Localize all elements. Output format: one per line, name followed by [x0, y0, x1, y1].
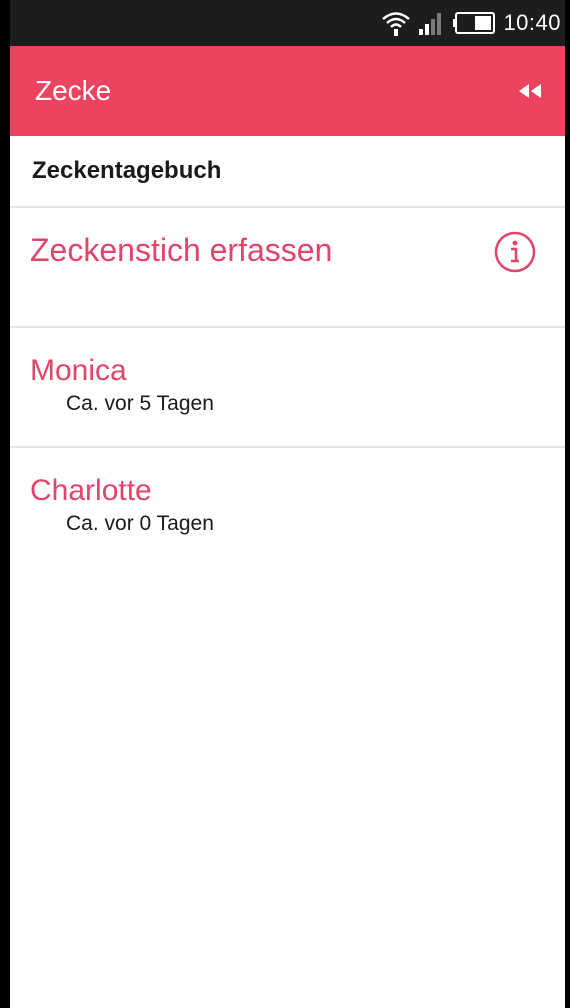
app-title: Zecke [35, 75, 112, 106]
entry-subtitle: Ca. vor 5 Tagen [66, 392, 214, 415]
add-tick-bite-row[interactable]: Zeckenstich erfassen [10, 208, 565, 328]
collapse-icon[interactable] [517, 82, 543, 100]
status-bar: 10:40 [10, 0, 565, 46]
status-time: 10:40 [503, 10, 561, 35]
entry-name: Charlotte [30, 474, 152, 507]
battery-icon [453, 12, 496, 34]
info-icon[interactable] [493, 230, 537, 279]
list-item[interactable]: Charlotte Ca. vor 0 Tagen [10, 448, 565, 568]
phone-screen: 10:40 Zecke Zeckentagebuch Zeckenstich e… [0, 0, 570, 1008]
entry-subtitle: Ca. vor 0 Tagen [66, 512, 214, 535]
signal-icon [419, 11, 445, 35]
entry-name: Monica [30, 354, 127, 387]
list-item[interactable]: Monica Ca. vor 5 Tagen [10, 328, 565, 448]
section-header: Zeckentagebuch [10, 136, 565, 208]
app-bar: Zecke [10, 46, 565, 136]
wifi-icon [381, 10, 411, 36]
add-tick-bite-label: Zeckenstich erfassen [30, 232, 333, 268]
